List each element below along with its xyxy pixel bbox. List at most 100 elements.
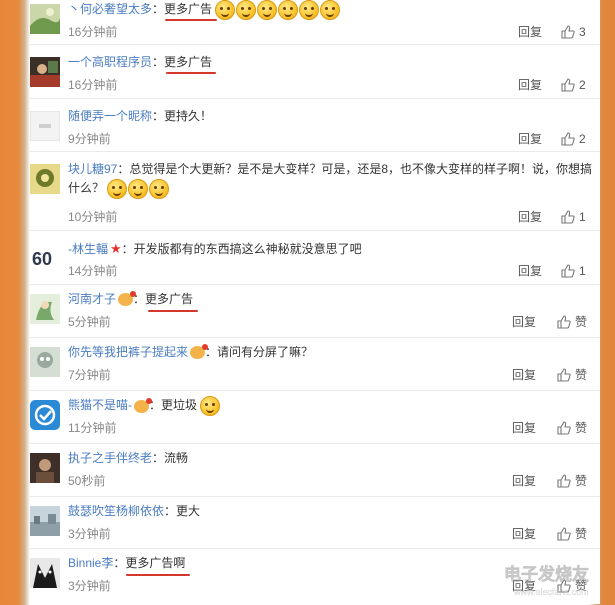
- like-button[interactable]: 赞: [557, 314, 587, 330]
- smile-emoji-icon: [236, 0, 257, 20]
- timestamp: 11分钟前: [68, 421, 117, 435]
- highlight-underline: [165, 19, 217, 21]
- username[interactable]: -林生輻: [68, 242, 108, 256]
- smile-emoji-icon: [320, 0, 341, 20]
- highlight-underline: [166, 72, 216, 74]
- username[interactable]: 随便弄一个昵称: [68, 109, 152, 123]
- avatar[interactable]: [30, 400, 60, 430]
- smile-emoji-icon: [107, 179, 128, 199]
- smile-emoji-icon: [257, 0, 278, 20]
- username[interactable]: 你先等我把裤子提起来: [68, 345, 188, 359]
- like-label: 赞: [575, 368, 588, 382]
- comment-text: 更多广告: [164, 2, 213, 17]
- thumbs-up-icon: [557, 527, 571, 541]
- thumbs-up-icon: [561, 78, 575, 92]
- like-button[interactable]: 1: [561, 263, 586, 279]
- like-label: 赞: [575, 474, 588, 488]
- smile-emoji-icon: [278, 0, 299, 20]
- timestamp: 50秒前: [68, 474, 106, 488]
- comment-item: 丶何必奢望太多：更多广告 16分钟前 回复 3: [30, 0, 600, 44]
- comment-panel: 丶何必奢望太多：更多广告 16分钟前 回复 3 一个高职程序员：更多广告 16分…: [30, 0, 600, 604]
- reply-button[interactable]: 回复: [512, 526, 536, 542]
- like-label: 赞: [575, 527, 588, 541]
- timestamp: 16分钟前: [68, 78, 118, 92]
- like-button[interactable]: 赞: [557, 526, 587, 542]
- comment-item: 块儿糖97：总觉得是个大更新？是不是大变样？可是，还是8，也不像大变样的样子啊！…: [30, 151, 600, 231]
- reply-button[interactable]: 回复: [518, 77, 542, 93]
- username[interactable]: 丶何必奢望太多: [68, 2, 152, 16]
- timestamp: 14分钟前: [68, 264, 118, 278]
- highlight-underline: [148, 310, 198, 312]
- smile-emoji-icon: [215, 0, 236, 20]
- reply-button[interactable]: 回复: [518, 24, 542, 40]
- like-count: 1: [579, 210, 586, 224]
- like-button[interactable]: 赞: [557, 367, 587, 383]
- reply-button[interactable]: 回复: [512, 420, 536, 436]
- avatar[interactable]: [30, 294, 60, 324]
- timestamp: 9分钟前: [68, 132, 111, 146]
- comment-item: 一个高职程序员：更多广告 16分钟前 回复 2: [30, 44, 600, 99]
- reply-button[interactable]: 回复: [518, 209, 542, 225]
- like-count: 2: [579, 78, 586, 92]
- comment-text: 流畅: [164, 451, 189, 465]
- reply-button[interactable]: 回复: [512, 473, 536, 489]
- thumbs-up-icon: [561, 210, 575, 224]
- reply-button[interactable]: 回复: [512, 314, 536, 330]
- comment-text: 更大: [176, 504, 201, 518]
- reply-button[interactable]: 回复: [518, 263, 542, 279]
- avatar[interactable]: 60: [30, 243, 60, 273]
- timestamp: 7分钟前: [68, 368, 111, 382]
- like-button[interactable]: 2: [561, 131, 586, 147]
- comment-text: 更多广告啊: [125, 556, 186, 570]
- watermark-logo: 电子发烧友 www.elecfans.com: [464, 556, 609, 600]
- like-label: 赞: [575, 315, 588, 329]
- username[interactable]: 熊猫不是喵-: [68, 398, 132, 412]
- username[interactable]: 执子之手伴终老: [68, 451, 152, 465]
- smile-emoji-icon: [149, 179, 170, 199]
- comment-item: 执子之手伴终老：流畅 50秒前 回复 赞: [30, 443, 600, 497]
- username[interactable]: 块儿糖97: [68, 162, 117, 176]
- thumbs-up-icon: [561, 132, 575, 146]
- like-button[interactable]: 赞: [557, 420, 587, 436]
- like-count: 1: [579, 264, 586, 278]
- like-count: 3: [579, 25, 586, 39]
- star-badge-icon: ★: [110, 241, 122, 256]
- username[interactable]: 河南才子: [68, 292, 116, 306]
- like-count: 2: [579, 132, 586, 146]
- thumbs-up-icon: [561, 264, 575, 278]
- like-button[interactable]: 赞: [557, 473, 587, 489]
- username[interactable]: 鼓瑟吹笙杨柳依依: [68, 504, 164, 518]
- thumbs-up-icon: [557, 474, 571, 488]
- avatar[interactable]: [30, 506, 60, 536]
- avatar[interactable]: [30, 164, 60, 194]
- reply-button[interactable]: 回复: [518, 131, 542, 147]
- comment-item: 随便弄一个昵称：更持久！ 9分钟前 回复 2: [30, 98, 600, 152]
- highlight-underline: [126, 574, 190, 576]
- avatar[interactable]: [30, 57, 60, 87]
- comment-item: 你先等我把裤子提起来 ：请问有分屏了嘛？ 7分钟前 回复 赞: [30, 337, 600, 391]
- like-button[interactable]: 3: [561, 24, 586, 40]
- like-button[interactable]: 2: [561, 77, 586, 93]
- comment-item: 60 -林生輻 ★：开发版都有的东西搞这么神秘就没意思了吧 14分钟前 回复 1: [30, 230, 600, 285]
- avatar[interactable]: [30, 558, 60, 588]
- username[interactable]: Binnie李: [68, 556, 113, 570]
- comment-text: 开发版都有的东西搞这么神秘就没意思了吧: [133, 242, 362, 256]
- timestamp: 3分钟前: [68, 527, 111, 541]
- avatar[interactable]: [30, 347, 60, 377]
- vip-badge-icon: [118, 291, 137, 307]
- like-button[interactable]: 1: [561, 209, 586, 225]
- timestamp: 5分钟前: [68, 315, 111, 329]
- vip-badge-icon: [134, 397, 152, 413]
- avatar[interactable]: [30, 453, 60, 483]
- timestamp: 16分钟前: [68, 25, 118, 39]
- vip-badge-icon: [190, 344, 209, 360]
- avatar[interactable]: [30, 4, 60, 34]
- reply-button[interactable]: 回复: [512, 367, 536, 383]
- comment-item: 熊猫不是喵- ：更垃圾 11分钟前 回复 赞: [30, 390, 600, 444]
- username[interactable]: 一个高职程序员: [68, 55, 152, 69]
- avatar[interactable]: [30, 111, 60, 141]
- watermark-url: www.elecfans.com: [513, 587, 589, 597]
- like-label: 赞: [575, 421, 588, 435]
- comment-text: 请问有分屏了嘛？: [217, 345, 314, 359]
- thumbs-up-icon: [557, 421, 571, 435]
